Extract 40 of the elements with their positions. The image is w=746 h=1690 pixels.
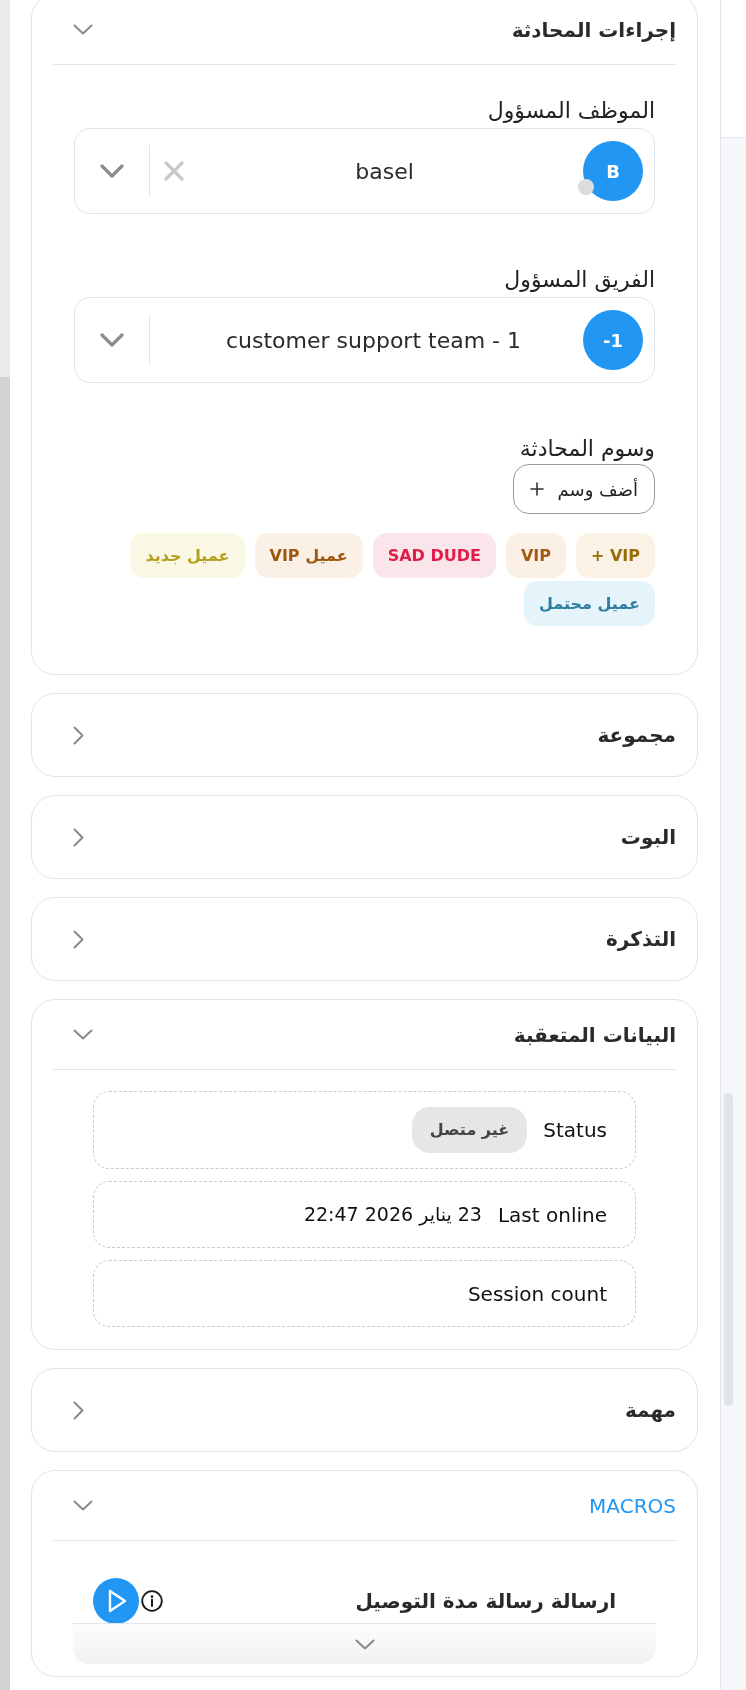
field-label: الفريق المسؤول <box>503 266 655 294</box>
chevron-down-icon[interactable] <box>100 333 124 347</box>
avatar: -1 <box>583 310 643 370</box>
scrollbar-thumb[interactable] <box>0 377 10 1690</box>
dropdown-field[interactable]: customer support team - 1 -1 <box>74 297 655 383</box>
chevron-down-icon[interactable] <box>73 1029 93 1040</box>
row-label: Status <box>543 1117 607 1144</box>
tag[interactable]: VIP <box>505 533 566 578</box>
accordion-header[interactable]: البيانات المتعقبة <box>53 1000 676 1070</box>
chevron-down-icon[interactable] <box>73 24 93 35</box>
accordion-header[interactable]: مجموعة <box>53 694 676 776</box>
avatar: B <box>583 141 643 201</box>
tag[interactable]: + VIP <box>575 533 655 578</box>
chevron-right-icon[interactable] <box>73 725 84 745</box>
tag[interactable]: SAD DUDE <box>372 533 496 578</box>
row-label: Session count <box>467 1280 607 1308</box>
tag[interactable]: عميل محتمل <box>524 581 655 626</box>
accordion-header[interactable]: البوت <box>53 796 676 878</box>
field-label: الموظف المسؤول <box>486 97 655 125</box>
chevron-down-icon[interactable] <box>73 1500 93 1511</box>
selected-value: basel <box>354 157 415 186</box>
tag[interactable]: عميل VIP <box>254 533 363 578</box>
chevron-right-icon[interactable] <box>73 827 84 847</box>
accordion-header[interactable]: إجراءات المحادثة <box>53 0 676 65</box>
info-icon[interactable] <box>141 1590 163 1612</box>
selected-value: customer support team - 1 <box>224 326 522 355</box>
add-tag-button[interactable]: أضف وسم <box>512 464 655 514</box>
status-chip: غير متصل <box>411 1107 528 1153</box>
accordion-header[interactable]: مهمة <box>53 1369 676 1451</box>
macro-name: ارسالة رسالة مدة التوصيل <box>355 1588 617 1615</box>
chevron-down-icon[interactable] <box>100 164 124 178</box>
chevron-right-icon[interactable] <box>73 929 84 949</box>
dropdown-field[interactable]: basel B <box>74 128 655 214</box>
plus-icon <box>529 482 544 496</box>
row-value: 23 يناير 2026 22:47 <box>303 1202 482 1228</box>
row-label: Last online <box>497 1201 607 1229</box>
field-label: وسوم المحادثة <box>518 435 655 463</box>
chevron-down-icon[interactable] <box>354 1638 375 1650</box>
accordion-header[interactable]: التذكرة <box>53 898 676 980</box>
chevron-right-icon[interactable] <box>73 1400 84 1420</box>
